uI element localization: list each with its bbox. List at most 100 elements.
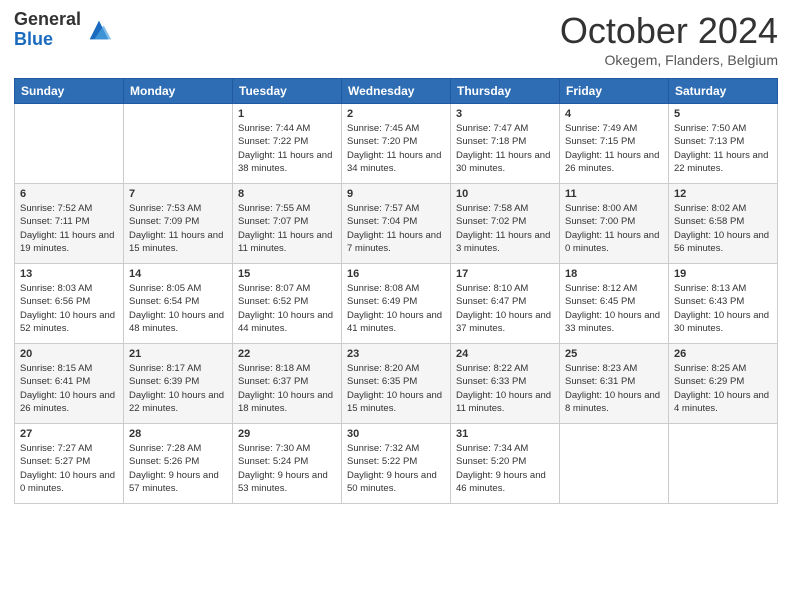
- day-number: 9: [347, 188, 445, 200]
- day-info: Sunrise: 7:57 AM Sunset: 7:04 PM Dayligh…: [347, 202, 445, 255]
- day-cell: 11 Sunrise: 8:00 AM Sunset: 7:00 PM Dayli…: [560, 184, 669, 264]
- title-section: October 2024 Okegem, Flanders, Belgium: [560, 10, 778, 68]
- day-info: Sunrise: 8:05 AM Sunset: 6:54 PM Dayligh…: [129, 282, 227, 335]
- day-cell: 19 Sunrise: 8:13 AM Sunset: 6:43 PM Dayli…: [669, 264, 778, 344]
- day-info: Sunrise: 7:55 AM Sunset: 7:07 PM Dayligh…: [238, 202, 336, 255]
- day-number: 5: [674, 108, 772, 120]
- day-cell: 12Sunrise: 8:02 AM Sunset: 6:58 PM Dayli…: [669, 184, 778, 264]
- day-number: 25: [565, 348, 663, 360]
- day-number: 14: [129, 268, 227, 280]
- day-cell: 8 Sunrise: 7:55 AM Sunset: 7:07 PM Daylig…: [233, 184, 342, 264]
- day-number: 15: [238, 268, 336, 280]
- day-header-monday: Monday: [124, 79, 233, 104]
- day-info: Sunrise: 8:00 AM Sunset: 7:00 PM Dayligh…: [565, 202, 663, 255]
- day-cell: 20Sunrise: 8:15 AM Sunset: 6:41 PM Dayli…: [15, 344, 124, 424]
- day-number: 18: [565, 268, 663, 280]
- header: General Blue October 2024 Okegem, Flande…: [14, 10, 778, 68]
- day-number: 28: [129, 428, 227, 440]
- calendar-table: SundayMondayTuesdayWednesdayThursdayFrid…: [14, 78, 778, 504]
- day-number: 16: [347, 268, 445, 280]
- day-cell: 25 Sunrise: 8:23 AM Sunset: 6:31 PM Dayli…: [560, 344, 669, 424]
- day-info: Sunrise: 7:53 AM Sunset: 7:09 PM Dayligh…: [129, 202, 227, 255]
- week-row-4: 20Sunrise: 8:15 AM Sunset: 6:41 PM Dayli…: [15, 344, 778, 424]
- day-cell: 26Sunrise: 8:25 AM Sunset: 6:29 PM Dayli…: [669, 344, 778, 424]
- day-info: Sunrise: 8:23 AM Sunset: 6:31 PM Dayligh…: [565, 362, 663, 415]
- day-number: 22: [238, 348, 336, 360]
- day-number: 23: [347, 348, 445, 360]
- day-cell: 15 Sunrise: 8:07 AM Sunset: 6:52 PM Dayli…: [233, 264, 342, 344]
- day-info: Sunrise: 7:52 AM Sunset: 7:11 PM Dayligh…: [20, 202, 118, 255]
- day-cell: 7 Sunrise: 7:53 AM Sunset: 7:09 PM Daylig…: [124, 184, 233, 264]
- day-number: 7: [129, 188, 227, 200]
- day-cell: 29Sunrise: 7:30 AM Sunset: 5:24 PM Dayli…: [233, 424, 342, 504]
- day-info: Sunrise: 7:58 AM Sunset: 7:02 PM Dayligh…: [456, 202, 554, 255]
- day-cell: 13Sunrise: 8:03 AM Sunset: 6:56 PM Dayli…: [15, 264, 124, 344]
- day-number: 11: [565, 188, 663, 200]
- day-info: Sunrise: 7:32 AM Sunset: 5:22 PM Dayligh…: [347, 442, 445, 495]
- day-info: Sunrise: 8:25 AM Sunset: 6:29 PM Dayligh…: [674, 362, 772, 415]
- day-header-tuesday: Tuesday: [233, 79, 342, 104]
- day-number: 3: [456, 108, 554, 120]
- page: General Blue October 2024 Okegem, Flande…: [0, 0, 792, 612]
- day-cell: [15, 104, 124, 184]
- day-cell: 14 Sunrise: 8:05 AM Sunset: 6:54 PM Dayli…: [124, 264, 233, 344]
- day-number: 8: [238, 188, 336, 200]
- day-cell: 28 Sunrise: 7:28 AM Sunset: 5:26 PM Dayli…: [124, 424, 233, 504]
- day-number: 1: [238, 108, 336, 120]
- logo-general: General: [14, 10, 81, 30]
- day-cell: 23 Sunrise: 8:20 AM Sunset: 6:35 PM Dayli…: [342, 344, 451, 424]
- day-cell: 31Sunrise: 7:34 AM Sunset: 5:20 PM Dayli…: [451, 424, 560, 504]
- logo-text: General Blue: [14, 10, 81, 50]
- location: Okegem, Flanders, Belgium: [560, 52, 778, 68]
- day-cell: 5 Sunrise: 7:50 AM Sunset: 7:13 PM Daylig…: [669, 104, 778, 184]
- day-info: Sunrise: 8:13 AM Sunset: 6:43 PM Dayligh…: [674, 282, 772, 335]
- day-cell: 18 Sunrise: 8:12 AM Sunset: 6:45 PM Dayli…: [560, 264, 669, 344]
- month-title: October 2024: [560, 10, 778, 52]
- day-info: Sunrise: 7:27 AM Sunset: 5:27 PM Dayligh…: [20, 442, 118, 495]
- day-info: Sunrise: 8:08 AM Sunset: 6:49 PM Dayligh…: [347, 282, 445, 335]
- day-info: Sunrise: 7:44 AM Sunset: 7:22 PM Dayligh…: [238, 122, 336, 175]
- day-cell: 17Sunrise: 8:10 AM Sunset: 6:47 PM Dayli…: [451, 264, 560, 344]
- day-cell: 9 Sunrise: 7:57 AM Sunset: 7:04 PM Daylig…: [342, 184, 451, 264]
- day-header-sunday: Sunday: [15, 79, 124, 104]
- day-cell: 21 Sunrise: 8:17 AM Sunset: 6:39 PM Dayli…: [124, 344, 233, 424]
- day-number: 19: [674, 268, 772, 280]
- day-number: 4: [565, 108, 663, 120]
- day-cell: 24Sunrise: 8:22 AM Sunset: 6:33 PM Dayli…: [451, 344, 560, 424]
- day-info: Sunrise: 7:28 AM Sunset: 5:26 PM Dayligh…: [129, 442, 227, 495]
- week-row-1: 1 Sunrise: 7:44 AM Sunset: 7:22 PM Daylig…: [15, 104, 778, 184]
- day-cell: [124, 104, 233, 184]
- day-number: 21: [129, 348, 227, 360]
- day-header-wednesday: Wednesday: [342, 79, 451, 104]
- day-cell: 6 Sunrise: 7:52 AM Sunset: 7:11 PM Daylig…: [15, 184, 124, 264]
- day-number: 29: [238, 428, 336, 440]
- day-info: Sunrise: 8:20 AM Sunset: 6:35 PM Dayligh…: [347, 362, 445, 415]
- day-header-thursday: Thursday: [451, 79, 560, 104]
- day-info: Sunrise: 7:45 AM Sunset: 7:20 PM Dayligh…: [347, 122, 445, 175]
- week-row-5: 27 Sunrise: 7:27 AM Sunset: 5:27 PM Dayli…: [15, 424, 778, 504]
- day-info: Sunrise: 7:34 AM Sunset: 5:20 PM Dayligh…: [456, 442, 554, 495]
- day-info: Sunrise: 7:47 AM Sunset: 7:18 PM Dayligh…: [456, 122, 554, 175]
- day-number: 13: [20, 268, 118, 280]
- logo-blue: Blue: [14, 30, 81, 50]
- day-cell: 4 Sunrise: 7:49 AM Sunset: 7:15 PM Daylig…: [560, 104, 669, 184]
- day-cell: [669, 424, 778, 504]
- day-header-saturday: Saturday: [669, 79, 778, 104]
- day-cell: [560, 424, 669, 504]
- day-cell: 1 Sunrise: 7:44 AM Sunset: 7:22 PM Daylig…: [233, 104, 342, 184]
- day-number: 30: [347, 428, 445, 440]
- day-number: 6: [20, 188, 118, 200]
- day-number: 20: [20, 348, 118, 360]
- day-cell: 16 Sunrise: 8:08 AM Sunset: 6:49 PM Dayli…: [342, 264, 451, 344]
- day-info: Sunrise: 8:10 AM Sunset: 6:47 PM Dayligh…: [456, 282, 554, 335]
- day-info: Sunrise: 8:22 AM Sunset: 6:33 PM Dayligh…: [456, 362, 554, 415]
- day-info: Sunrise: 7:49 AM Sunset: 7:15 PM Dayligh…: [565, 122, 663, 175]
- day-info: Sunrise: 8:12 AM Sunset: 6:45 PM Dayligh…: [565, 282, 663, 335]
- day-info: Sunrise: 8:07 AM Sunset: 6:52 PM Dayligh…: [238, 282, 336, 335]
- day-cell: 22 Sunrise: 8:18 AM Sunset: 6:37 PM Dayli…: [233, 344, 342, 424]
- logo-icon: [85, 16, 113, 44]
- day-info: Sunrise: 8:17 AM Sunset: 6:39 PM Dayligh…: [129, 362, 227, 415]
- day-number: 27: [20, 428, 118, 440]
- day-info: Sunrise: 7:50 AM Sunset: 7:13 PM Dayligh…: [674, 122, 772, 175]
- day-info: Sunrise: 8:18 AM Sunset: 6:37 PM Dayligh…: [238, 362, 336, 415]
